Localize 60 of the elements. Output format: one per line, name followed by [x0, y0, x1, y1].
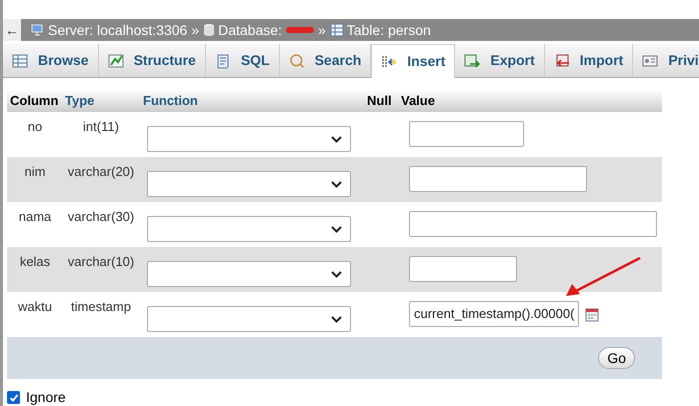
function-dropdown[interactable]	[147, 126, 351, 152]
tab[interactable]: Browse	[3, 44, 99, 77]
value-field[interactable]: current_timestamp().00000(	[409, 301, 580, 327]
column-type: varchar(10)	[66, 253, 136, 271]
table-icon	[330, 23, 344, 37]
calendar-icon[interactable]	[585, 308, 600, 322]
value-field[interactable]	[409, 211, 657, 237]
database-icon	[203, 23, 216, 37]
tab[interactable]: SQL	[206, 44, 280, 77]
function-dropdown[interactable]	[147, 216, 351, 242]
chevron-down-icon	[331, 180, 342, 188]
tab[interactable]: Export	[455, 44, 545, 77]
id-card-icon	[642, 52, 658, 68]
import-icon	[554, 52, 570, 68]
function-dropdown[interactable]	[147, 261, 351, 287]
back-button[interactable]: ←	[3, 19, 21, 41]
chevron-down-icon	[331, 270, 342, 278]
breadcrumb-link[interactable]: Table: person	[346, 20, 431, 40]
column-name: nama	[18, 208, 52, 226]
checkbox[interactable]	[7, 391, 20, 404]
tab[interactable]: Search	[280, 44, 372, 77]
breadcrumb-link[interactable]: Database:	[218, 20, 282, 40]
table-icon	[12, 52, 28, 68]
chevron-down-icon	[331, 226, 342, 232]
breadcrumb-separator: »	[191, 20, 200, 40]
tab[interactable]: Import	[544, 44, 634, 77]
column-name: waktu	[17, 298, 53, 316]
value-field[interactable]	[409, 166, 587, 192]
column-header: Null	[366, 92, 393, 110]
column-header: Value	[400, 92, 435, 110]
value-field[interactable]	[409, 256, 517, 282]
value-field[interactable]	[409, 121, 524, 147]
chevron-down-icon	[331, 316, 342, 322]
checkmark-icon	[8, 392, 18, 402]
column-header: Column	[9, 92, 60, 110]
breadcrumb-link[interactable]: Server: localhost:3306	[48, 20, 188, 40]
column-name: nim	[24, 163, 46, 181]
tab[interactable]: Privil	[633, 44, 699, 77]
ignore-label: Ignore	[26, 388, 66, 406]
structure-icon	[108, 52, 124, 68]
insert-icon	[381, 54, 398, 70]
column-type: timestamp	[70, 298, 132, 316]
chevron-down-icon	[331, 136, 342, 142]
column-type: int(11)	[82, 118, 120, 136]
tab[interactable]: Insert	[371, 44, 456, 78]
column-header[interactable]: Type	[63, 91, 139, 111]
column-header[interactable]: Function	[139, 91, 365, 111]
column-type: varchar(30)	[66, 208, 136, 226]
go-button[interactable]: Go	[598, 347, 635, 369]
function-dropdown[interactable]	[147, 306, 351, 332]
column-type: varchar(20)	[66, 163, 136, 181]
breadcrumb-separator: »	[318, 20, 326, 40]
function-dropdown[interactable]	[147, 171, 351, 197]
export-icon	[464, 52, 480, 68]
column-name: no	[26, 118, 44, 136]
column-name: kelas	[18, 253, 52, 271]
tab[interactable]: Structure	[98, 44, 206, 77]
search-icon	[288, 52, 305, 68]
computer-icon	[31, 23, 45, 37]
scroll-icon	[214, 52, 231, 68]
